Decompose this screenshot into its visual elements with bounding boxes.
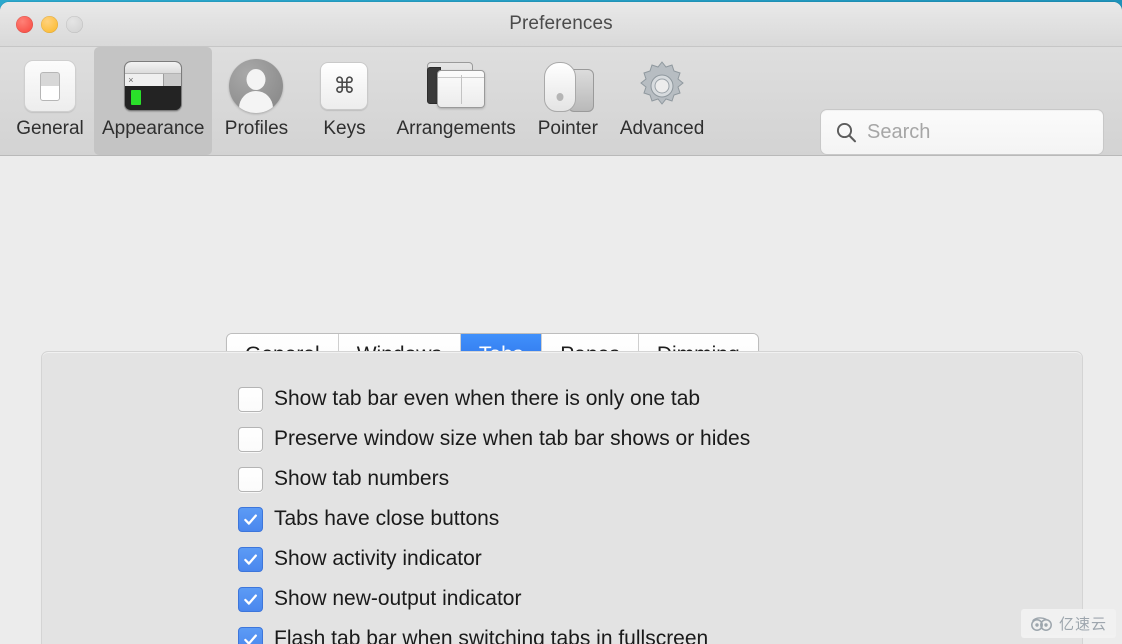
window-title: Preferences <box>509 13 613 34</box>
checkbox-show-new-output-indicator[interactable] <box>238 586 263 612</box>
setting-label: Show new-output indicator <box>274 587 522 610</box>
setting-label: Flash tab bar when switching tabs in ful… <box>274 627 709 644</box>
appearance-icon: × <box>124 55 183 117</box>
setting-label: Preserve window size when tab bar shows … <box>274 427 751 450</box>
checkbox-show-activity-indicator[interactable] <box>238 546 263 572</box>
setting-label: Show tab numbers <box>274 467 450 490</box>
toolbar-item-keys[interactable]: ⌘ Keys <box>300 47 388 155</box>
search-field[interactable] <box>820 109 1104 155</box>
setting-row[interactable]: Show tab numbers <box>238 459 750 499</box>
toolbar-item-appearance-label: Appearance <box>102 118 205 139</box>
toolbar-item-advanced[interactable]: Advanced <box>612 47 713 155</box>
preferences-toolbar: General × Appearance Profiles ⌘ Keys Arr… <box>0 47 1122 156</box>
cloud-logo-icon <box>1031 616 1052 631</box>
toolbar-item-arrangements-label: Arrangements <box>396 118 516 139</box>
search-input[interactable] <box>865 119 1084 145</box>
window-titlebar: Preferences <box>0 2 1122 47</box>
toolbar-items: General × Appearance Profiles ⌘ Keys Arr… <box>6 47 712 155</box>
toolbar-item-general[interactable]: General <box>6 47 94 155</box>
setting-row[interactable]: Preserve window size when tab bar shows … <box>238 419 750 459</box>
keys-icon: ⌘ <box>320 55 369 117</box>
checkbox-preserve-window-size[interactable] <box>238 426 263 452</box>
preferences-window: Preferences General × Appearance Profile… <box>0 2 1122 644</box>
checkbox-show-tab-numbers[interactable] <box>238 466 263 492</box>
search-icon <box>836 122 857 143</box>
toolbar-item-pointer-label: Pointer <box>537 118 598 139</box>
toolbar-item-arrangements[interactable]: Arrangements <box>388 47 523 155</box>
checkbox-tabs-have-close-buttons[interactable] <box>238 506 263 532</box>
pointer-icon <box>540 55 596 117</box>
toolbar-item-profiles[interactable]: Profiles <box>212 47 300 155</box>
setting-row[interactable]: Tabs have close buttons <box>238 499 750 539</box>
toolbar-item-general-label: General <box>16 118 84 139</box>
setting-row[interactable]: Show new-output indicator <box>238 579 750 619</box>
toolbar-item-profiles-label: Profiles <box>224 118 289 139</box>
advanced-gear-icon <box>635 55 689 117</box>
settings-checklist: Show tab bar even when there is only one… <box>238 379 750 644</box>
setting-label: Show activity indicator <box>274 547 482 570</box>
setting-label: Tabs have close buttons <box>274 507 500 530</box>
setting-row[interactable]: Show activity indicator <box>238 539 750 579</box>
checkbox-show-tab-bar-one-tab[interactable] <box>238 386 263 412</box>
general-icon <box>24 55 76 117</box>
screen: Preferences General × Appearance Profile… <box>0 0 1122 644</box>
setting-row[interactable]: Flash tab bar when switching tabs in ful… <box>238 619 750 644</box>
toolbar-item-keys-label: Keys <box>323 118 366 139</box>
settings-panel: Show tab bar even when there is only one… <box>41 351 1083 644</box>
watermark: 亿速云 <box>1020 609 1116 638</box>
toolbar-item-pointer[interactable]: Pointer <box>524 47 612 155</box>
toolbar-item-advanced-label: Advanced <box>619 118 705 139</box>
arrangements-icon <box>426 55 486 117</box>
setting-row[interactable]: Show tab bar even when there is only one… <box>238 379 750 419</box>
preferences-content: General Windows Tabs Panes Dimming Show … <box>0 156 1122 644</box>
toolbar-item-appearance[interactable]: × Appearance <box>94 47 213 155</box>
profiles-icon <box>229 55 284 117</box>
checkbox-flash-tab-bar-fullscreen[interactable] <box>238 626 263 644</box>
setting-label: Show tab bar even when there is only one… <box>274 387 701 410</box>
watermark-text: 亿速云 <box>1058 616 1107 633</box>
